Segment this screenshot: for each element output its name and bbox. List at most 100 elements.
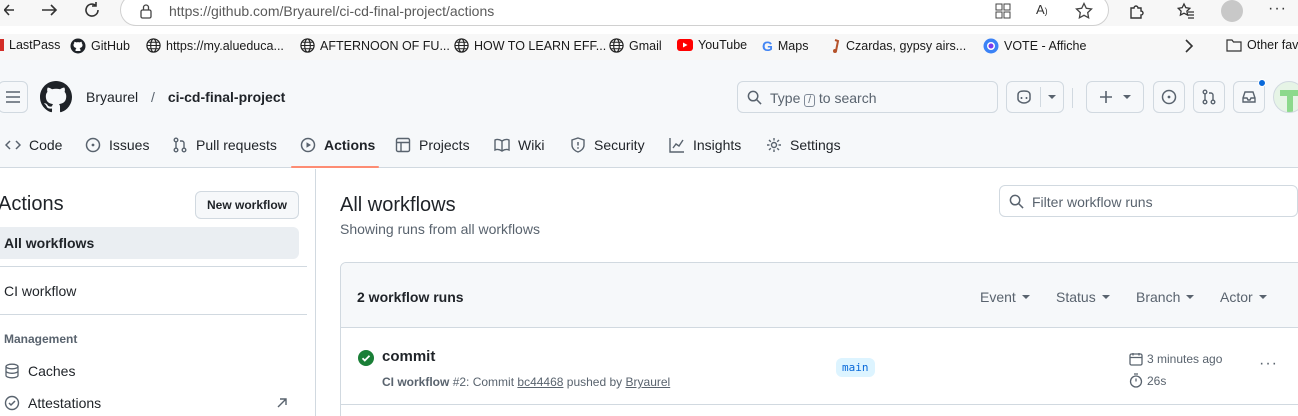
bookmark-lastpass[interactable]: LastPass [0,38,60,52]
sidebar-item-attestations[interactable]: Attestations [4,395,101,411]
sidebar-item-ci-workflow[interactable]: CI workflow [4,283,303,299]
new-workflow-button[interactable]: New workflow [195,191,299,219]
globe-icon [609,38,624,53]
notification-dot [1258,79,1266,87]
copilot-button[interactable] [1006,81,1064,113]
browser-menu-icon[interactable]: ··· [1268,0,1287,18]
tab-security[interactable]: Security [570,135,645,155]
tab-pull-requests[interactable]: Pull requests [172,135,277,155]
pull-request-icon [173,137,187,153]
bookmark-how-to-learn[interactable]: HOW TO LEARN EFF... [454,38,606,53]
other-favorites-label: Other fav [1247,38,1298,52]
tab-insights[interactable]: Insights [669,135,741,155]
repo-breadcrumb: Bryaurel / ci-cd-final-project [86,89,285,105]
tab-label: Settings [790,137,841,153]
play-icon [300,137,316,153]
actor-link[interactable]: Bryaurel [626,375,671,389]
bookmark-github[interactable]: GitHub [70,38,130,54]
issues-button[interactable] [1153,81,1185,113]
commit-sha-link[interactable]: bc44468 [517,375,563,389]
bookmark-label: Gmail [629,38,662,53]
event-filter-dropdown[interactable]: Event [980,289,1030,305]
bookmark-czardas[interactable]: Czardas, gypsy airs... [831,38,966,54]
bookmark-gmail[interactable]: Gmail [609,38,662,53]
run-title-link[interactable]: commit [382,348,435,365]
tab-projects[interactable]: Projects [395,135,470,155]
bookmark-vote[interactable]: VOTE - Affiche [983,38,1086,54]
actor-filter-dropdown[interactable]: Actor [1220,289,1267,305]
chevron-down-icon [1021,295,1030,299]
chevron-right-icon[interactable] [1184,39,1194,53]
bookmark-label: GitHub [91,39,130,53]
graph-icon [669,138,684,153]
sidebar-title: Actions [0,193,64,215]
github-logo-icon[interactable] [40,81,72,113]
issue-icon [1161,89,1177,105]
vote-icon [983,38,999,54]
book-icon [494,138,510,152]
tab-label: Code [29,137,63,153]
tab-label: Insights [693,137,742,153]
header-divider [1072,88,1073,108]
bookmark-alueduca[interactable]: https://my.alueduca... [146,38,284,53]
tab-wiki[interactable]: Wiki [494,135,544,155]
sidebar-divider [0,266,307,267]
code-icon [5,140,21,150]
read-aloud-icon[interactable]: A) [1036,2,1048,17]
filter-label: Status [1056,289,1096,305]
chevron-down-icon [1123,95,1131,99]
repo-owner-link[interactable]: Bryaurel [86,89,138,105]
status-filter-dropdown[interactable]: Status [1056,289,1110,305]
filter-label: Actor [1220,289,1253,305]
tab-actions[interactable]: Actions [300,135,375,155]
filter-workflow-runs-input[interactable]: Filter workflow runs [999,185,1298,217]
filter-placeholder: Filter workflow runs [1032,194,1153,210]
forward-icon[interactable] [40,2,58,18]
chevron-down-icon [1101,295,1110,299]
sidebar-item-caches[interactable]: Caches [4,363,75,379]
repo-name-link[interactable]: ci-cd-final-project [168,89,285,105]
favorites-icon[interactable] [1177,2,1195,20]
branch-filter-dropdown[interactable]: Branch [1136,289,1195,305]
bookmark-label: Czardas, gypsy airs... [846,39,967,53]
pull-requests-button[interactable] [1193,81,1225,113]
runs-count: 2 workflow runs [357,289,464,305]
run-meta: CI workflow #2: Commit bc44468 pushed by… [382,375,670,389]
tab-code[interactable]: Code [5,135,62,155]
apps-icon[interactable] [995,3,1011,19]
bookmark-label: Maps [777,39,809,53]
hamburger-menu-button[interactable] [0,81,28,113]
bookmark-label: https://my.alueduca... [166,38,284,53]
globe-icon [300,38,315,53]
search-icon [1009,194,1024,209]
branch-badge[interactable]: main [836,358,875,377]
bookmark-label: HOW TO LEARN EFF... [474,38,607,53]
tab-label: Security [594,137,645,153]
globe-icon [454,38,469,53]
tab-settings[interactable]: Settings [766,135,841,155]
lock-icon[interactable] [139,3,153,19]
plus-icon [1100,91,1112,103]
bookmark-afternoon[interactable]: AFTERNOON OF FU... [300,38,450,53]
url-text[interactable]: https://github.com/Bryaurel/ci-cd-final-… [169,3,494,19]
user-avatar[interactable] [1273,81,1298,113]
refresh-icon[interactable] [83,1,101,19]
bookmark-maps[interactable]: G Maps [762,38,808,54]
inbox-icon [1242,91,1256,103]
other-favorites[interactable]: Other fav [1226,38,1298,52]
extensions-icon[interactable] [1128,2,1146,20]
create-new-button[interactable] [1086,81,1144,113]
chevron-down-icon [1258,295,1267,299]
chevron-down-icon [1186,295,1195,299]
tab-issues[interactable]: Issues [85,135,149,155]
page-title: All workflows [340,194,456,216]
back-icon[interactable] [4,2,18,18]
favorite-star-icon[interactable] [1075,2,1093,20]
issue-icon [85,137,101,153]
profile-avatar[interactable] [1221,0,1243,22]
global-search-input[interactable]: Type / to search [737,81,998,113]
filter-label: Branch [1136,289,1181,305]
table-row[interactable]: commit CI workflow #2: Commit bc44468 pu… [341,329,1298,405]
kebab-menu-icon[interactable]: ··· [1259,355,1278,373]
bookmark-youtube[interactable]: YouTube [677,38,747,52]
